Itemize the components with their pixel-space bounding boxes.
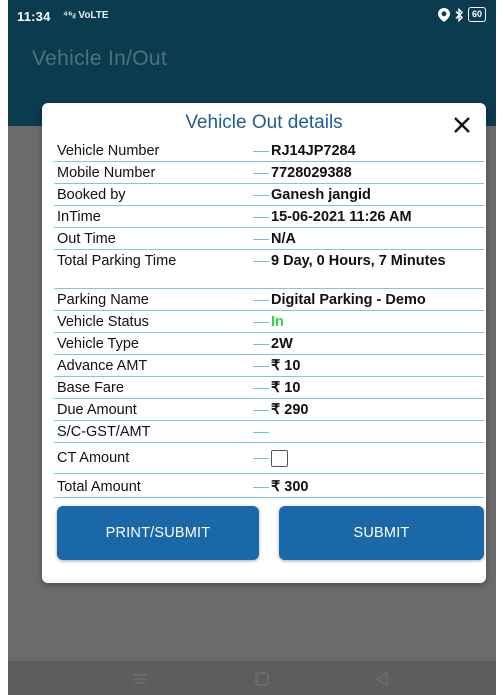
row-label: Out Time (57, 231, 116, 247)
navigation-bar (8, 661, 496, 695)
phone-screen: 11:34 ⁴⁶ᵢₗ VoLTE 60 Vehicle In/Out Vehic… (8, 0, 496, 695)
battery-icon: 60 (467, 7, 486, 22)
row-parking-name: Parking Name Digital Parking - Demo (54, 289, 484, 311)
row-dash (252, 421, 271, 442)
row-dash (252, 476, 271, 497)
home-icon[interactable] (252, 669, 272, 689)
submit-button[interactable]: SUBMIT (279, 506, 484, 560)
row-vehicle-number: Vehicle Number RJ14JP7284 (54, 140, 484, 162)
row-value: RJ14JP7284 (271, 143, 356, 159)
row-dash (252, 140, 271, 161)
details-table: Vehicle Number RJ14JP7284 Mobile Number … (54, 140, 484, 498)
row-label: InTime (57, 209, 101, 225)
row-dash (252, 377, 271, 398)
row-label: Mobile Number (57, 165, 156, 181)
location-icon (437, 7, 450, 22)
status-icons: 60 (437, 7, 486, 22)
row-value: ₹ 10 (271, 358, 301, 374)
row-dash (252, 355, 271, 376)
page-title: Vehicle In/Out (32, 47, 167, 70)
print-submit-button[interactable]: PRINT/SUBMIT (57, 506, 259, 560)
row-label: Vehicle Status (57, 314, 149, 330)
row-dash (252, 311, 271, 332)
row-mobile-number: Mobile Number 7728029388 (54, 162, 484, 184)
row-dash (252, 399, 271, 420)
close-icon[interactable] (451, 114, 473, 136)
row-dash (252, 228, 271, 249)
row-value: 2W (271, 336, 293, 352)
row-value: Digital Parking - Demo (271, 292, 426, 308)
row-label: CT Amount (57, 450, 130, 466)
row-label: Booked by (57, 187, 126, 203)
status-badge: In (271, 314, 284, 330)
row-value: ₹ 10 (271, 380, 301, 396)
row-base-fare: Base Fare ₹ 10 (54, 377, 484, 399)
row-value (271, 421, 484, 442)
row-value: Ganesh jangid (271, 187, 371, 203)
row-label: Parking Name (57, 292, 149, 308)
row-value: 7728029388 (271, 165, 352, 181)
row-ct-amount: CT Amount (54, 443, 484, 474)
row-label: Vehicle Type (57, 336, 139, 352)
row-label: Total Parking Time (57, 253, 177, 269)
row-dash (252, 162, 271, 183)
row-label: Advance AMT (57, 358, 148, 374)
row-label: Base Fare (57, 380, 124, 396)
row-label: S/C-GST/AMT (57, 424, 151, 440)
status-time: 11:34 (17, 9, 51, 24)
row-value (271, 443, 484, 473)
row-in-time: InTime 15-06-2021 11:26 AM (54, 206, 484, 228)
row-vehicle-type: Vehicle Type 2W (54, 333, 484, 355)
row-vehicle-status: Vehicle Status In (54, 311, 484, 333)
row-total-parking-time: Total Parking Time 9 Day, 0 Hours, 7 Min… (54, 250, 484, 289)
row-label: Due Amount (57, 402, 137, 418)
dialog-title: Vehicle Out details (185, 112, 343, 133)
row-value: 15-06-2021 11:26 AM (271, 209, 412, 225)
row-dash (252, 250, 271, 288)
row-value: ₹ 290 (271, 402, 309, 418)
row-sc-gst-amt: S/C-GST/AMT (54, 421, 484, 443)
row-value: 9 Day, 0 Hours, 7 Minutes (271, 253, 446, 269)
row-label: Total Amount (57, 479, 141, 495)
row-dash (252, 447, 271, 477)
row-due-amount: Due Amount ₹ 290 (54, 399, 484, 421)
row-dash (252, 333, 271, 354)
status-bar: 11:34 ⁴⁶ᵢₗ VoLTE 60 (8, 0, 496, 34)
row-advance-amt: Advance AMT ₹ 10 (54, 355, 484, 377)
row-dash (252, 184, 271, 205)
row-dash (252, 206, 271, 227)
menu-icon[interactable] (130, 669, 150, 689)
row-booked-by: Booked by Ganesh jangid (54, 184, 484, 206)
bluetooth-icon (454, 7, 464, 22)
network-indicator: ⁴⁶ᵢₗ VoLTE (63, 10, 109, 21)
row-value: ₹ 300 (271, 479, 309, 495)
row-value: N/A (271, 231, 296, 247)
row-out-time: Out Time N/A (54, 228, 484, 250)
row-total-amount: Total Amount ₹ 300 (54, 476, 484, 498)
row-dash (252, 289, 271, 310)
ct-amount-checkbox[interactable] (271, 450, 288, 467)
back-icon[interactable] (372, 669, 392, 689)
vehicle-out-dialog: Vehicle Out details Vehicle Number RJ14J… (42, 103, 486, 583)
row-label: Vehicle Number (57, 143, 160, 159)
